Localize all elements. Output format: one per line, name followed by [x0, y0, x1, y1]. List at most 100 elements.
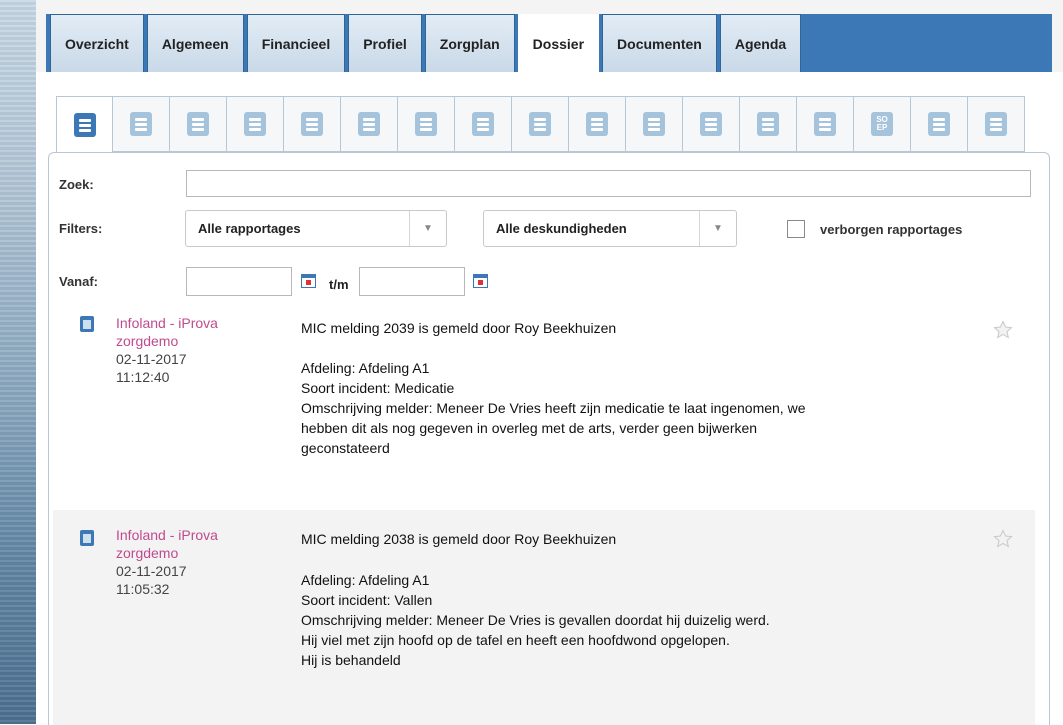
icon-tab-c2[interactable]	[740, 96, 797, 152]
report-line: Afdeling: Afdeling A1	[301, 572, 430, 588]
icon-tab-notepad[interactable]	[113, 96, 170, 152]
icon-glyph	[135, 122, 147, 126]
tab-documenten[interactable]: Documenten	[602, 14, 717, 72]
report-body: Afdeling: Afdeling A1 Soort incident: Va…	[301, 570, 821, 670]
icon-tab-heartbeat[interactable]	[227, 96, 284, 152]
report-line: Omschrijving melder: Meneer De Vries is …	[301, 612, 770, 628]
report-author[interactable]: Infoland - iProva zorgdemo	[116, 526, 276, 562]
star-icon[interactable]	[993, 529, 1013, 549]
top-navigation: Overzicht Algemeen Financieel Profiel Zorgpl…	[36, 0, 1063, 72]
icon-glyph	[648, 122, 660, 126]
icon-tab-drop[interactable]	[341, 96, 398, 152]
tab-overzicht[interactable]: Overzicht	[50, 14, 144, 72]
report-body: Afdeling: Afdeling A1 Soort incident: Me…	[301, 358, 821, 458]
report-line: Soort incident: Vallen	[301, 592, 433, 608]
c2-icon	[757, 112, 779, 136]
hidden-reports-checkbox[interactable]	[787, 220, 805, 238]
report-title: MIC melding 2039 is gemeld door Roy Beek…	[301, 320, 617, 336]
icon-glyph	[78, 123, 91, 127]
icon-tab-arch[interactable]	[569, 96, 626, 152]
tab-dossier[interactable]: Dossier	[517, 14, 600, 72]
date-to-input[interactable]	[359, 267, 465, 296]
date-from-input[interactable]	[186, 267, 292, 296]
icon-glyph	[819, 122, 831, 126]
report-time: 11:05:32	[116, 581, 170, 597]
tab-zorgplan[interactable]: Zorgplan	[424, 14, 515, 72]
tab-financieel[interactable]: Financieel	[246, 14, 346, 72]
report-author[interactable]: Infoland - iProva zorgdemo	[116, 314, 276, 350]
icon-glyph	[192, 122, 204, 126]
icon-tab-soep[interactable]: SO EP	[854, 96, 911, 152]
icon-glyph	[306, 122, 318, 126]
icon-text: SO EP	[876, 115, 888, 132]
report-line: Soort incident: Medicatie	[301, 380, 455, 396]
person-icon	[814, 112, 836, 136]
arch-icon	[586, 112, 608, 136]
deskundigheden-select[interactable]: Alle deskundigheden ▼	[483, 210, 737, 247]
icon-glyph	[591, 122, 603, 126]
cup-icon	[415, 112, 437, 136]
notepad-icon	[130, 112, 152, 136]
clipboard-icon	[643, 112, 665, 136]
star-icon[interactable]	[993, 320, 1013, 340]
rapportages-select[interactable]: Alle rapportages ▼	[185, 210, 447, 247]
report-time: 11:12:40	[116, 369, 170, 385]
report-line: Omschrijving melder: Meneer De Vries hee…	[301, 400, 806, 456]
dossier-icon-tabs: SO EP	[56, 96, 1025, 154]
tab-algemeen[interactable]: Algemeen	[146, 14, 244, 72]
report-title: MIC melding 2038 is gemeld door Roy Beek…	[301, 531, 617, 547]
main-tabs: Overzicht Algemeen Financieel Profiel Zorgpl…	[50, 14, 802, 72]
bars-icon	[928, 112, 950, 136]
icon-tab-person[interactable]	[797, 96, 854, 152]
app-window: Overzicht Algemeen Financieel Profiel Zorgpl…	[36, 0, 1063, 725]
icon-glyph	[534, 122, 546, 126]
chevron-down-icon: ▼	[409, 211, 446, 246]
face-icon	[700, 112, 722, 136]
report-line: Hij is behandeld	[301, 652, 401, 668]
hidden-reports-label: verborgen rapportages	[820, 222, 963, 237]
report-icon	[80, 316, 94, 332]
icon-tab-clipboard[interactable]	[626, 96, 683, 152]
icon-tab-chart[interactable]	[968, 96, 1025, 152]
chart-icon	[985, 112, 1007, 136]
report-entry: Infoland - iProva zorgdemo 02-11-2017 11…	[53, 510, 1035, 725]
search-input[interactable]	[186, 170, 1031, 197]
soep-icon: SO EP	[871, 112, 893, 136]
tab-profiel[interactable]: Profiel	[348, 14, 422, 72]
icon-tab-bars[interactable]	[911, 96, 968, 152]
report-line: Afdeling: Afdeling A1	[301, 360, 430, 376]
filters-label: Filters:	[59, 221, 103, 236]
tm-label: t/m	[329, 277, 349, 292]
icon-tab-document[interactable]	[56, 96, 113, 154]
icon-glyph	[990, 122, 1002, 126]
document-icon	[73, 113, 96, 137]
icon-glyph	[762, 122, 774, 126]
report-date: 02-11-2017	[116, 351, 187, 367]
report-date: 02-11-2017	[116, 563, 187, 579]
icon-tab-face[interactable]	[683, 96, 740, 152]
rapportages-select-value: Alle rapportages	[198, 221, 301, 236]
deskundigheden-select-value: Alle deskundigheden	[496, 221, 627, 236]
icon-tab-medical-cross[interactable]	[512, 96, 569, 152]
thermometer-icon	[301, 112, 323, 136]
drop-icon	[358, 112, 380, 136]
report-icon	[80, 530, 94, 546]
vanaf-label: Vanaf:	[59, 274, 99, 289]
icon-glyph	[249, 122, 261, 126]
icon-glyph	[933, 122, 945, 126]
calendar-icon[interactable]	[473, 274, 488, 288]
icon-tab-bandage[interactable]	[455, 96, 512, 152]
icon-tab-thermometer[interactable]	[284, 96, 341, 152]
calendar-icon[interactable]	[301, 274, 316, 288]
background-strip	[0, 0, 36, 724]
icon-tab-cup[interactable]	[398, 96, 455, 152]
icon-glyph	[705, 122, 717, 126]
gauge-icon	[187, 112, 209, 136]
icon-glyph	[363, 122, 375, 126]
bandage-icon	[472, 112, 494, 136]
report-entry: Infoland - iProva zorgdemo 02-11-2017 11…	[53, 308, 1035, 480]
icon-tab-gauge[interactable]	[170, 96, 227, 152]
tab-agenda[interactable]: Agenda	[719, 14, 802, 72]
report-panel: Zoek: Filters: Alle rapportages ▼ Alle d…	[48, 152, 1050, 725]
search-label: Zoek:	[59, 177, 94, 192]
